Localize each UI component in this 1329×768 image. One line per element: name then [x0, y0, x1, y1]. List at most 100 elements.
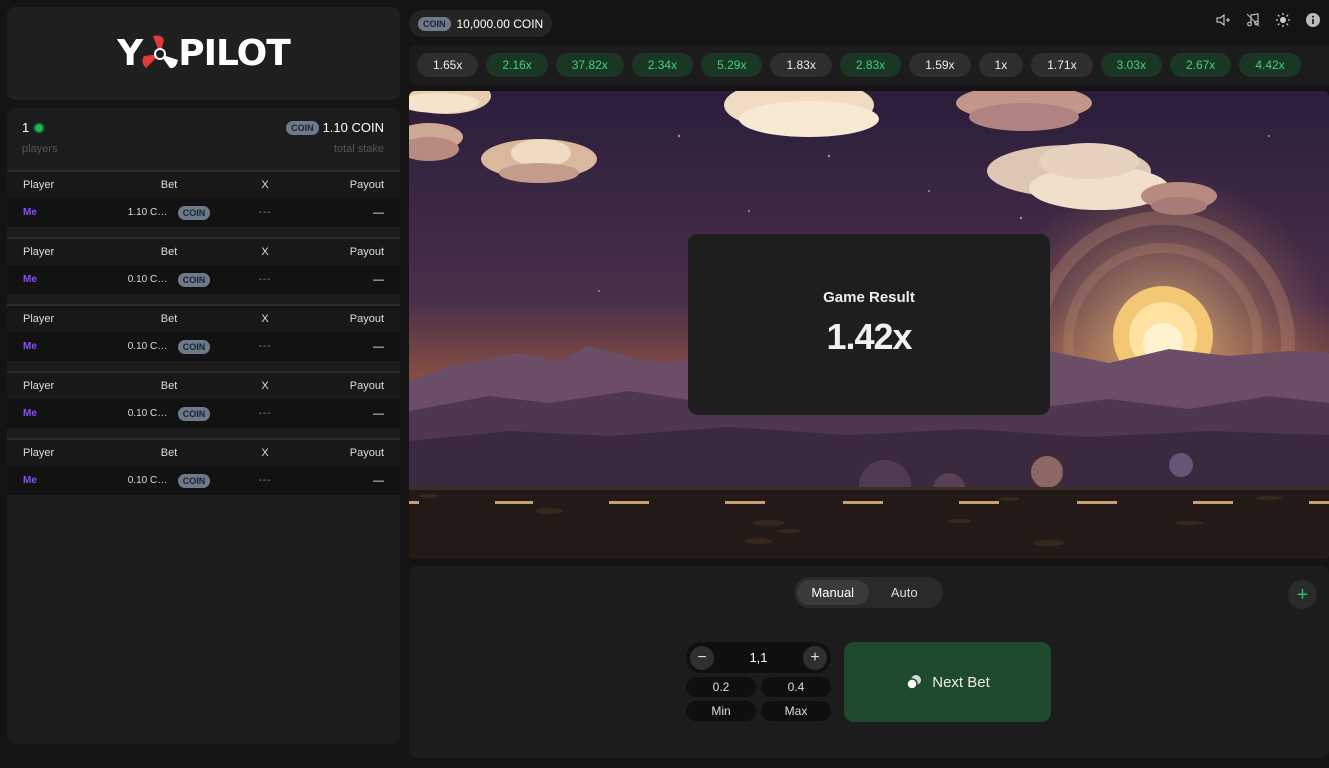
- bet-block: Player Bet X Payout Me 0.10 COIN COIN --- —: [7, 371, 400, 438]
- bet-block: Player Bet X Payout Me 0.10 COIN COIN --- —: [7, 304, 400, 371]
- col-x: X: [261, 246, 269, 258]
- music-icon[interactable]: [1245, 12, 1261, 28]
- coin-badge: COIN: [177, 272, 211, 287]
- player-name: Me: [23, 274, 37, 285]
- bet-table-header: Player Bet X Payout: [7, 306, 400, 332]
- game-result-title: Game Result: [823, 289, 915, 306]
- increase-button[interactable]: +: [802, 645, 827, 670]
- minus-icon: −: [697, 648, 707, 666]
- bet-amount-value: 1.10 COIN: [127, 207, 172, 218]
- plus-icon: +: [1296, 583, 1309, 606]
- bet-amount-value: 0.10 COIN: [127, 475, 172, 486]
- bet-amount-input[interactable]: 1,1: [749, 650, 767, 665]
- col-payout: Payout: [349, 447, 384, 459]
- bet-payout: —: [373, 273, 384, 286]
- quick-amount-0-2[interactable]: 0.2: [686, 677, 756, 697]
- bet-block: Player Bet X Payout Me 1.10 COIN COIN --- —: [7, 170, 400, 237]
- col-player: Player: [23, 179, 55, 191]
- balance-display: COIN 10,000.00 COIN: [409, 10, 553, 37]
- online-dot-icon: [35, 123, 44, 132]
- bet-amount: 0.10 COIN COIN: [103, 473, 235, 488]
- bet-multiplier: ---: [258, 341, 272, 352]
- app-root: Y PILOT 1 players COIN 1.10 COIN total s…: [0, 0, 1329, 768]
- tab-manual[interactable]: Manual: [797, 580, 869, 605]
- col-payout: Payout: [349, 313, 384, 325]
- history-multiplier-pill: 1.59x: [909, 53, 971, 77]
- next-bet-button[interactable]: Next Bet: [844, 642, 1051, 722]
- players-label: players: [22, 143, 58, 155]
- bet-amount: 0.10 COIN COIN: [103, 339, 235, 354]
- logo-text-right: PILOT: [178, 33, 291, 74]
- bet-payout: —: [373, 206, 384, 219]
- quick-amount-0-4[interactable]: 0.4: [761, 677, 831, 697]
- decrease-button[interactable]: −: [690, 645, 714, 670]
- history-multiplier-pill: 2.83x: [839, 53, 902, 77]
- bet-table-header: Player Bet X Payout: [7, 172, 400, 198]
- round-stats: 1 players COIN 1.10 COIN total stake: [7, 108, 400, 170]
- bet-payout: —: [373, 340, 384, 353]
- history-multiplier-pill: 5.29x: [701, 53, 763, 77]
- game-result-card: Game Result 1.42x: [688, 234, 1050, 415]
- logo-text-left: Y: [117, 33, 143, 74]
- col-x: X: [261, 447, 269, 459]
- col-x: X: [261, 179, 269, 191]
- history-multiplier-pill: 2.67x: [1169, 53, 1232, 77]
- bet-amount: 1.10 COIN COIN: [103, 205, 235, 220]
- add-bet-panel-button[interactable]: +: [1288, 580, 1317, 609]
- next-bet-label: Next Bet: [932, 673, 990, 691]
- history-multiplier-pill: 3.03x: [1100, 53, 1162, 77]
- multiplier-history: 1.65x 2.16x 37.82x 2.34x 5.29x 1.83x 2.83x 1.59…: [409, 45, 1329, 85]
- col-payout: Payout: [349, 246, 384, 258]
- col-bet: Bet: [160, 179, 178, 191]
- bet-panel: Manual Auto + − 1,1 + 0.2 0.4 Min Max Ne…: [409, 566, 1329, 758]
- top-toolbar: [1215, 12, 1321, 28]
- bets-list: Player Bet X Payout Me 1.10 COIN COIN --- — Playe…: [7, 170, 400, 505]
- col-x: X: [261, 380, 269, 392]
- bet-block: Player Bet X Payout Me 0.10 COIN COIN --- —: [7, 438, 400, 505]
- coin-badge: COIN: [177, 205, 211, 220]
- tab-auto[interactable]: Auto: [869, 580, 941, 605]
- history-multiplier-pill: 2.16x: [486, 53, 548, 77]
- sound-icon[interactable]: [1215, 12, 1231, 28]
- game-result-multiplier: 1.42x: [826, 316, 912, 357]
- col-payout: Payout: [349, 179, 384, 191]
- col-player: Player: [23, 246, 55, 258]
- bet-block: Player Bet X Payout Me 0.10 COIN COIN --- —: [7, 237, 400, 304]
- history-multiplier-pill: 2.34x: [631, 53, 694, 77]
- bet-payout: —: [373, 407, 384, 420]
- info-icon[interactable]: [1305, 12, 1321, 28]
- col-bet: Bet: [160, 313, 178, 325]
- divider: [7, 361, 400, 371]
- player-name: Me: [23, 408, 37, 419]
- bet-amount: 0.10 COIN COIN: [103, 272, 235, 287]
- history-multiplier-pill: 1x: [978, 53, 1024, 77]
- bet-multiplier: ---: [258, 207, 272, 218]
- bet-table-header: Player Bet X Payout: [7, 239, 400, 265]
- history-multiplier-pill: 1.71x: [1031, 53, 1093, 77]
- bet-table-header: Player Bet X Payout: [7, 373, 400, 399]
- player-name: Me: [23, 207, 37, 218]
- bet-payout: —: [373, 474, 384, 487]
- players-count: 1: [22, 120, 44, 135]
- bet-multiplier: ---: [258, 274, 272, 285]
- history-multiplier-pill: 37.82x: [555, 53, 624, 77]
- history-multiplier-pill: 1.65x: [417, 53, 479, 77]
- table-row: Me 0.10 COIN COIN --- —: [7, 399, 400, 428]
- coins-icon: [906, 675, 922, 690]
- bet-multiplier: ---: [258, 408, 272, 419]
- players-panel: 1 players COIN 1.10 COIN total stake Pla…: [7, 108, 400, 744]
- bet-amount: 0.10 COIN COIN: [103, 406, 235, 421]
- bet-amount-value: 0.10 COIN: [127, 408, 172, 419]
- brightness-icon[interactable]: [1275, 12, 1291, 28]
- table-row: Me 0.10 COIN COIN --- —: [7, 265, 400, 294]
- max-button[interactable]: Max: [761, 701, 831, 721]
- players-count-value: 1: [22, 120, 30, 135]
- plus-icon: +: [810, 648, 820, 666]
- yopilot-logo: Y PILOT: [117, 33, 291, 74]
- col-bet: Bet: [160, 447, 178, 459]
- table-row: Me 0.10 COIN COIN --- —: [7, 332, 400, 361]
- min-button[interactable]: Min: [686, 701, 756, 721]
- total-stake-label: total stake: [333, 143, 384, 155]
- table-row: Me 0.10 COIN COIN --- —: [7, 466, 400, 495]
- divider: [7, 428, 400, 438]
